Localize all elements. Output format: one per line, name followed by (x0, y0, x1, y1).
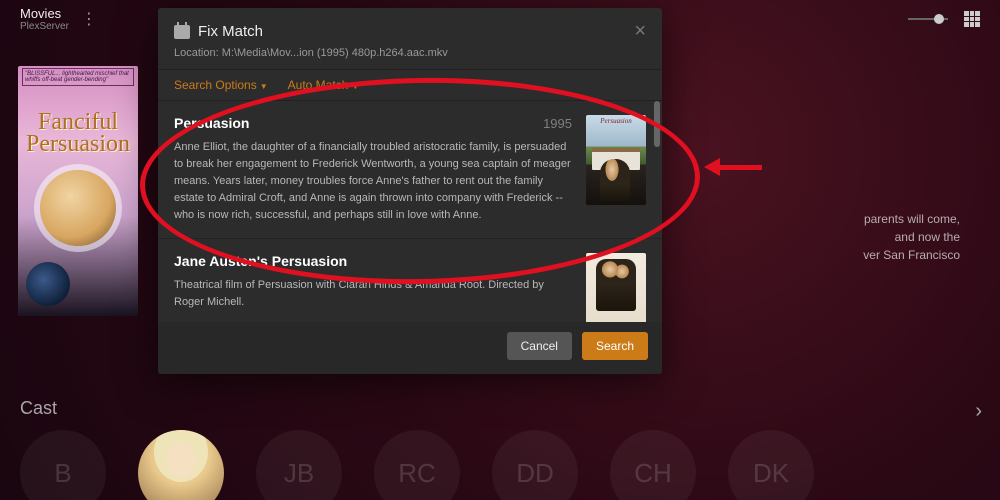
search-button[interactable]: Search (582, 332, 648, 360)
match-result[interactable]: Persuasion 1995 Anne Elliot, the daughte… (158, 101, 662, 239)
cast-avatar[interactable]: DD (492, 430, 578, 500)
close-icon[interactable]: × (634, 20, 646, 43)
cast-avatar[interactable]: RC (374, 430, 460, 500)
grid-view-icon[interactable] (964, 11, 980, 27)
cast-avatar[interactable]: B (20, 430, 106, 500)
result-year: 1995 (543, 116, 572, 131)
dialog-options-bar: Search Options▼ Auto Match▼ (158, 69, 662, 101)
result-description: Theatrical film of Persuasion with Ciara… (174, 277, 572, 311)
fix-match-dialog: Fix Match × Location: M:\Media\Mov...ion… (158, 8, 662, 374)
library-title: Movies (20, 7, 69, 20)
match-result[interactable]: Jane Austen's Persuasion Theatrical film… (158, 239, 662, 322)
cast-row: B JB RC DD CH DK (20, 430, 1000, 500)
cast-next-icon[interactable]: › (975, 400, 982, 423)
location-label: Location: (174, 47, 219, 59)
match-results-list[interactable]: Persuasion 1995 Anne Elliot, the daughte… (158, 101, 662, 322)
poster-blurb: "BLISSFUL... lighthearted mischief that … (22, 68, 134, 86)
cast-avatar[interactable]: CH (610, 430, 696, 500)
auto-match-link[interactable]: Auto Match▼ (288, 78, 360, 92)
scrollbar-thumb[interactable] (654, 101, 660, 147)
cast-avatar[interactable] (138, 430, 224, 500)
location-path: M:\Media\Mov...ion (1995) 480p.h264.aac.… (222, 47, 448, 59)
result-poster: Persuasion (586, 115, 646, 205)
dialog-title: Fix Match (198, 23, 263, 40)
cast-heading: Cast (20, 398, 57, 419)
dialog-header: Fix Match × Location: M:\Media\Mov...ion… (158, 8, 662, 69)
cast-avatar[interactable]: DK (728, 430, 814, 500)
poster-title-2: Persuasion (18, 134, 138, 156)
cast-avatar[interactable]: JB (256, 430, 342, 500)
background-movie-poster[interactable]: "BLISSFUL... lighthearted mischief that … (18, 66, 138, 316)
result-title: Persuasion (174, 115, 249, 131)
result-description: Anne Elliot, the daughter of a financial… (174, 139, 572, 224)
result-poster (586, 253, 646, 322)
match-icon (174, 25, 190, 39)
search-options-link[interactable]: Search Options▼ (174, 78, 268, 92)
dialog-footer: Cancel Search (158, 322, 662, 374)
server-name: PlexServer (20, 22, 69, 32)
annotation-arrow (706, 158, 762, 176)
zoom-slider[interactable] (908, 14, 948, 24)
chevron-down-icon: ▼ (351, 82, 359, 91)
library-block[interactable]: Movies PlexServer (20, 7, 69, 32)
chevron-down-icon: ▼ (260, 82, 268, 91)
cancel-button[interactable]: Cancel (507, 332, 572, 360)
more-menu-icon[interactable]: ⋮ (81, 9, 97, 29)
result-title: Jane Austen's Persuasion (174, 253, 347, 269)
